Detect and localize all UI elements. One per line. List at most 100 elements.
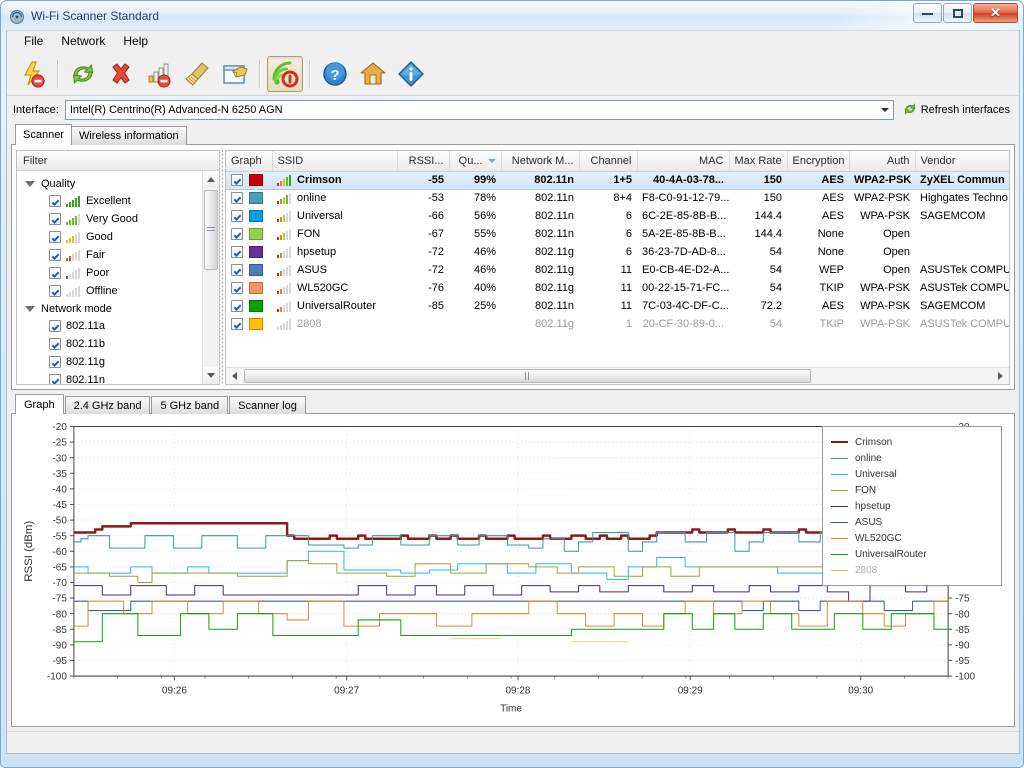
svg-text:-80: -80 — [955, 609, 970, 620]
filter-group-network-mode[interactable]: Network mode — [21, 300, 219, 317]
cell-rssi: -85 — [428, 300, 444, 312]
table-row[interactable]: FON -67 55% 802.11n 6 5A-2E-85-8B-B... 144.4 No… — [226, 225, 1009, 243]
filter-item-802-11g[interactable]: 802.11g — [21, 353, 219, 371]
gtab-scanner-log[interactable]: Scanner log — [229, 396, 306, 414]
cell-max_rate: 150 — [763, 192, 782, 205]
table-row[interactable]: hpsetup -72 46% 802.11g 6 36-23-7D-AD-8... 54 N… — [226, 243, 1009, 261]
row-graph-checkbox[interactable] — [231, 246, 243, 258]
row-graph-checkbox[interactable] — [231, 228, 243, 240]
column-header-max_rate[interactable]: Max Rate — [729, 151, 788, 172]
menu-help[interactable]: Help — [114, 31, 157, 51]
column-header-channel[interactable]: Channel — [579, 151, 638, 172]
filter-checkbox[interactable] — [49, 195, 61, 207]
filter-checkbox[interactable] — [49, 374, 61, 384]
menu-file[interactable]: File — [15, 31, 52, 51]
column-header-mode[interactable]: Network M... — [501, 151, 580, 172]
svg-text:-70: -70 — [52, 578, 67, 589]
gtab-5ghz[interactable]: 5 GHz band — [151, 396, 229, 414]
tab-scanner[interactable]: Scanner — [15, 124, 72, 145]
refresh-interfaces-button[interactable]: Refresh interfaces — [900, 102, 1013, 119]
column-header-quality[interactable]: Qu... — [449, 151, 502, 172]
export-report-button[interactable] — [217, 56, 253, 92]
filter-item-802-11a[interactable]: 802.11a — [21, 317, 219, 335]
cell-ssid: WL520GC — [272, 279, 397, 297]
column-header-vendor[interactable]: Vendor — [915, 151, 1009, 172]
column-header-graph[interactable]: Graph — [226, 151, 273, 172]
column-header-label: Qu... — [458, 154, 483, 167]
title-bar: Wi-Fi Scanner Standard ✕ — [1, 1, 1023, 30]
filter-checkbox[interactable] — [49, 231, 61, 243]
remove-network-button[interactable] — [141, 56, 177, 92]
filter-item-excellent[interactable]: Excellent — [21, 192, 219, 210]
filter-body: Quality Excellent Very Good Good Fair Poor Off… — [17, 171, 219, 384]
interface-select[interactable]: Intel(R) Centrino(R) Advanced-N 6250 AGN — [64, 100, 894, 120]
filter-checkbox[interactable] — [49, 249, 61, 261]
row-graph-checkbox[interactable] — [231, 300, 243, 312]
table-row[interactable]: Universal -66 56% 802.11n 6 6C-2E-85-8B-B... 1… — [226, 207, 1009, 225]
filter-checkbox[interactable] — [49, 320, 61, 332]
filter-scrollbar[interactable] — [202, 171, 219, 384]
gtab-24ghz[interactable]: 2.4 GHz band — [64, 396, 151, 414]
filter-checkbox[interactable] — [49, 285, 61, 297]
row-graph-checkbox[interactable] — [231, 192, 243, 205]
filter-item-very-good[interactable]: Very Good — [21, 210, 219, 228]
home-button[interactable] — [355, 56, 391, 92]
expander-triangle-icon[interactable] — [25, 305, 35, 312]
filter-group-quality[interactable]: Quality — [21, 175, 219, 192]
cell-mac: 5A-2E-85-8B-B... — [642, 228, 726, 240]
column-header-rssi[interactable]: RSSI... — [397, 151, 450, 172]
close-button[interactable]: ✕ — [973, 3, 1018, 23]
row-graph-checkbox[interactable] — [231, 282, 243, 294]
tab-wireless-information[interactable]: Wireless information — [70, 126, 187, 145]
table-row[interactable]: WL520GC -76 40% 802.11g 11 00-22-15-71-FC... 5… — [226, 279, 1009, 297]
hscroll-thumb[interactable] — [244, 369, 811, 383]
table-row[interactable]: Crimson -55 99% 802.11n 1+5 40-4A-03-78... 150… — [226, 170, 1009, 190]
table-row[interactable]: ASUS -72 46% 802.11g 11 E0-CB-4E-D2-A... 54 WEP… — [226, 261, 1009, 279]
row-graph-checkbox[interactable] — [231, 318, 243, 330]
help-button[interactable]: ? — [317, 56, 353, 92]
maximize-button[interactable] — [943, 3, 972, 23]
column-header-mac[interactable]: MAC — [637, 151, 730, 172]
column-header-auth[interactable]: Auth — [849, 151, 916, 172]
clear-list-button[interactable] — [179, 56, 215, 92]
filter-checkbox[interactable] — [49, 267, 61, 279]
hscroll-right-button[interactable] — [992, 369, 1009, 384]
disconnect-button[interactable] — [15, 56, 51, 92]
menu-network[interactable]: Network — [52, 31, 114, 51]
row-graph-checkbox[interactable] — [231, 174, 243, 186]
stop-scan-button[interactable] — [103, 56, 139, 92]
filter-item-good[interactable]: Good — [21, 228, 219, 246]
filter-checkbox[interactable] — [49, 213, 61, 225]
column-header-ssid[interactable]: SSID — [272, 151, 398, 172]
refresh-scan-button[interactable] — [65, 56, 101, 92]
minimize-button[interactable] — [913, 3, 942, 23]
filter-checkbox[interactable] — [49, 338, 61, 350]
filter-item-label: 802.11a — [66, 320, 105, 332]
scroll-thumb[interactable] — [204, 190, 218, 270]
scroll-down-button[interactable] — [203, 367, 219, 384]
hscroll-left-button[interactable] — [226, 369, 243, 384]
toggle-scanning-button[interactable] — [267, 55, 303, 92]
table-row[interactable]: UniversalRouter -85 25% 802.11n 11 7C-03-4C-D… — [226, 297, 1009, 315]
rssi-chart-container: -20-20-25-25-30-30-35-35-40-40-45-45-50-… — [11, 414, 1015, 727]
filter-item-fair[interactable]: Fair — [21, 246, 219, 264]
signal-bars-icon — [66, 285, 81, 297]
filter-list: Quality Excellent Very Good Good Fair Poor Off… — [17, 171, 219, 384]
toolbar-separator — [259, 59, 261, 88]
filter-checkbox[interactable] — [49, 356, 61, 368]
networks-horizontal-scrollbar[interactable] — [226, 367, 1009, 384]
row-graph-checkbox[interactable] — [231, 210, 243, 222]
table-row[interactable]: online -53 78% 802.11n 8+4 F8-C0-91-12-79... 1… — [226, 189, 1009, 207]
gtab-graph[interactable]: Graph — [15, 394, 64, 414]
row-graph-checkbox[interactable] — [231, 264, 243, 276]
expander-triangle-icon[interactable] — [25, 180, 35, 187]
cell-ssid: ASUS — [272, 261, 397, 279]
about-button[interactable] — [393, 56, 429, 92]
scroll-up-button[interactable] — [203, 171, 219, 188]
filter-item-802-11b[interactable]: 802.11b — [21, 335, 219, 353]
column-header-encryption[interactable]: Encryption — [787, 151, 850, 172]
filter-item-802-11n[interactable]: 802.11n — [21, 371, 219, 384]
table-row[interactable]: 2808 802.11g 1 20-CF-30-89-0... 54 TKIP WPA-PS… — [226, 315, 1009, 333]
filter-item-poor[interactable]: Poor — [21, 264, 219, 282]
filter-item-offline[interactable]: Offline — [21, 282, 219, 300]
